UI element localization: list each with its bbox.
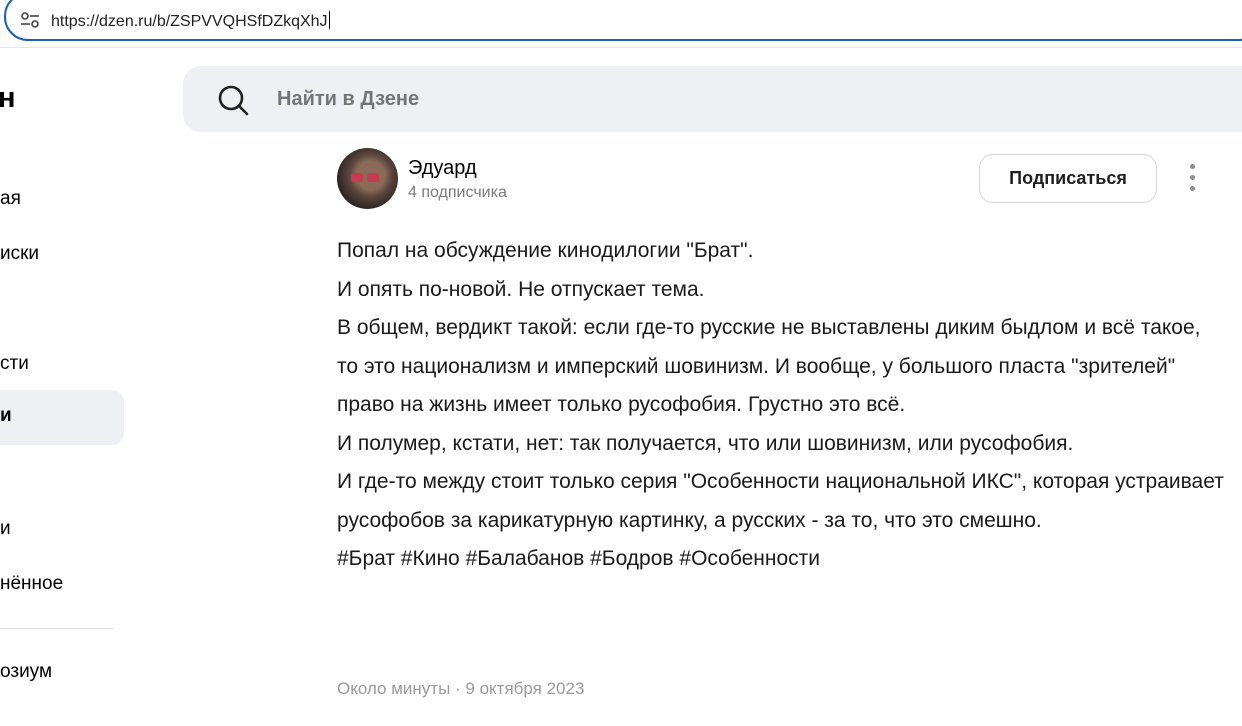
- sidebar-item-active[interactable]: и: [0, 390, 124, 445]
- post-line: В общем, вердикт такой: если где-то русс…: [337, 316, 1201, 416]
- post-line: Попал на обсуждение кинодилогии "Брат".: [337, 239, 754, 262]
- sidebar-item-other[interactable]: и: [0, 518, 11, 540]
- post-text: Попал на обсуждение кинодилогии "Брат". …: [337, 232, 1227, 579]
- sidebar-item-main[interactable]: ая: [0, 188, 21, 210]
- sidebar: н ая иски сти и и нённое озиум: [0, 48, 180, 726]
- post-line: И опять по-новой. Не отпускает тема.: [337, 277, 705, 301]
- logo[interactable]: н: [0, 82, 16, 115]
- sidebar-item-label: и: [0, 405, 12, 426]
- avatar-detail: [367, 173, 379, 182]
- author-name[interactable]: Эдуард: [408, 157, 477, 180]
- url-text: https://dzen.ru/b/ZSPVVQHSfDZkqXhJ: [51, 13, 328, 30]
- subscribe-button[interactable]: Подписаться: [979, 154, 1157, 203]
- more-vertical-icon[interactable]: [1184, 164, 1200, 194]
- tune-icon[interactable]: [20, 12, 40, 28]
- post-line: И где-то между стоит только серия "Особе…: [337, 470, 1224, 532]
- sidebar-divider: [0, 628, 113, 629]
- avatar[interactable]: [337, 148, 398, 209]
- header-divider: [0, 47, 1242, 48]
- sidebar-item-saved[interactable]: нённое: [0, 573, 63, 595]
- sidebar-item-news[interactable]: сти: [0, 353, 29, 375]
- avatar-detail: [351, 173, 363, 182]
- post-tags[interactable]: #Брат #Кино #Балабанов #Бодров #Особенно…: [337, 540, 1227, 579]
- sidebar-item-symposium[interactable]: озиум: [0, 661, 52, 683]
- post-line: И полумер, кстати, нет: так получается, …: [337, 431, 1074, 455]
- url-field[interactable]: https://dzen.ru/b/ZSPVVQHSfDZkqXhJ: [51, 11, 330, 31]
- address-bar[interactable]: https://dzen.ru/b/ZSPVVQHSfDZkqXhJ: [4, 0, 1242, 41]
- search-icon[interactable]: [217, 84, 249, 116]
- search-input[interactable]: [277, 88, 877, 111]
- subscriber-count: 4 подписчика: [408, 184, 507, 201]
- search-bar[interactable]: [183, 66, 1242, 132]
- text-caret: [328, 11, 330, 29]
- post-meta: Около минуты · 9 октября 2023: [337, 679, 585, 698]
- sidebar-item-subscriptions[interactable]: иски: [0, 243, 39, 265]
